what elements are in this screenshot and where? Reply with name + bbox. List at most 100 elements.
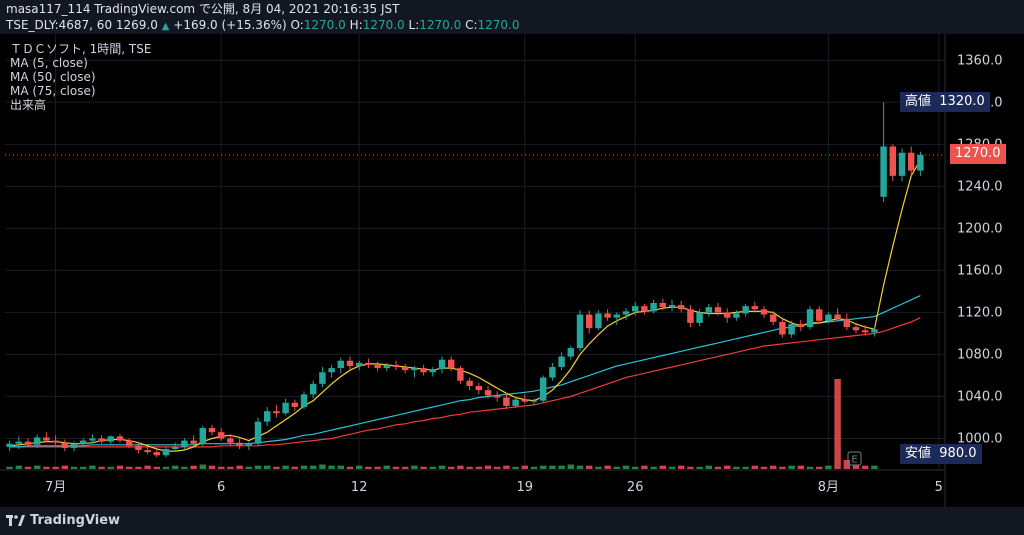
candle-body [797, 323, 805, 328]
candle-body [135, 445, 142, 451]
price-chart[interactable]: 1360.01320.01280.01240.01200.01160.01120… [0, 34, 1024, 507]
candle-body [162, 448, 170, 456]
candle-body [558, 356, 565, 368]
volume-bar [89, 465, 96, 469]
candle-body [806, 309, 814, 328]
candle-body [383, 364, 391, 369]
legend-title[interactable]: ＴＤＣソフト, 1時間, TSE [10, 42, 151, 56]
volume-bar [328, 465, 335, 469]
candle-body [89, 438, 96, 441]
volume-bar [585, 465, 593, 469]
volume-bar [365, 466, 372, 469]
candle-body [595, 313, 602, 329]
legend-ma75[interactable]: MA (75, close) [10, 84, 151, 98]
candle-body [585, 314, 593, 329]
candle-body [530, 400, 538, 402]
volume-bar [309, 465, 317, 469]
volume-bar [466, 466, 473, 469]
volume-bar [760, 466, 768, 469]
legend-ma50[interactable]: MA (50, close) [10, 70, 151, 84]
candle-body [300, 394, 308, 407]
volume-bar [779, 466, 786, 469]
close-value: 1270.0 [477, 18, 520, 32]
candle-body [116, 436, 124, 441]
candle-body [475, 385, 483, 391]
volume-bar [52, 466, 59, 469]
volume-bar [567, 464, 575, 469]
candle-body [319, 372, 326, 384]
tradingview-logo[interactable]: TradingView [6, 513, 120, 528]
volume-bar [696, 466, 703, 469]
volume-bar [797, 465, 805, 469]
candle-body [392, 364, 400, 368]
volume-bar [438, 465, 446, 469]
symbol-ohlc-line: TSE_DLY:4687, 60 1269.0 ▲ +169.0 (+15.36… [6, 17, 520, 35]
volume-bar [282, 465, 289, 469]
volume-bar [742, 466, 749, 469]
candle-body [429, 369, 437, 373]
candle-body [484, 390, 492, 396]
volume-bar [677, 465, 685, 469]
candle-body [696, 312, 703, 323]
legend-volume[interactable]: 出来高 [10, 98, 151, 112]
candle-body [401, 367, 409, 371]
volume-bar [116, 465, 124, 469]
volume-bar [613, 466, 621, 469]
candle-body [190, 440, 197, 444]
volume-bar [659, 465, 667, 469]
candle-body [273, 411, 280, 414]
earnings-marker-label[interactable]: E [851, 455, 857, 466]
candle-body [79, 440, 87, 444]
volume-bar [411, 465, 418, 469]
candle-body [898, 152, 906, 176]
candle-body [15, 441, 23, 444]
y-tick-label: 1160.0 [957, 263, 1003, 278]
tradingview-icon [6, 514, 25, 526]
volume-bar [539, 465, 547, 469]
volume-bar [650, 466, 657, 469]
candle-body [420, 368, 427, 373]
candle-body [328, 368, 335, 373]
volume-bar [61, 465, 69, 469]
candle-body [677, 305, 685, 310]
last-price: 1269.0 [115, 18, 158, 32]
volume-bar [392, 466, 400, 469]
candle-body [705, 307, 713, 313]
volume-bar [199, 464, 207, 469]
candle-body [245, 443, 253, 446]
volume-bar [190, 465, 197, 469]
volume-bar [401, 466, 409, 469]
volume-bar [751, 465, 759, 469]
open-label: O: [290, 18, 304, 32]
candle-body [70, 443, 78, 448]
volume-bar [236, 465, 243, 469]
chart-panel[interactable]: 1360.01320.01280.01240.01200.01160.01120… [0, 34, 1024, 507]
volume-bar [346, 466, 354, 469]
legend-ma5[interactable]: MA (5, close) [10, 56, 151, 70]
candle-body [199, 427, 207, 444]
volume-bar [871, 465, 878, 469]
symbol-label[interactable]: TSE_DLY:4687, 60 [6, 18, 112, 32]
candle-body [769, 314, 777, 322]
volume-bar [162, 466, 170, 469]
candle-body [43, 437, 50, 441]
candle-body [365, 362, 372, 365]
volume-bar [521, 465, 529, 469]
volume-bar [125, 466, 133, 469]
volume-bar [788, 465, 795, 469]
volume-bar [153, 466, 161, 469]
candle-body [107, 436, 115, 442]
volume-bar [107, 466, 115, 469]
candle-body [668, 305, 676, 308]
candle-body [549, 367, 556, 378]
candle-body [641, 306, 648, 312]
volume-bar [254, 465, 262, 469]
x-tick-label: 12 [351, 480, 368, 495]
volume-bar [245, 466, 253, 469]
x-tick-label: 5 [935, 480, 943, 495]
volume-bar [503, 465, 510, 469]
low-tag-label: 安値 [905, 446, 932, 461]
price-change: +169.0 (+15.36%) [173, 18, 287, 32]
high-tag-label: 高値 [905, 94, 932, 109]
up-triangle-icon: ▲ [161, 21, 170, 32]
